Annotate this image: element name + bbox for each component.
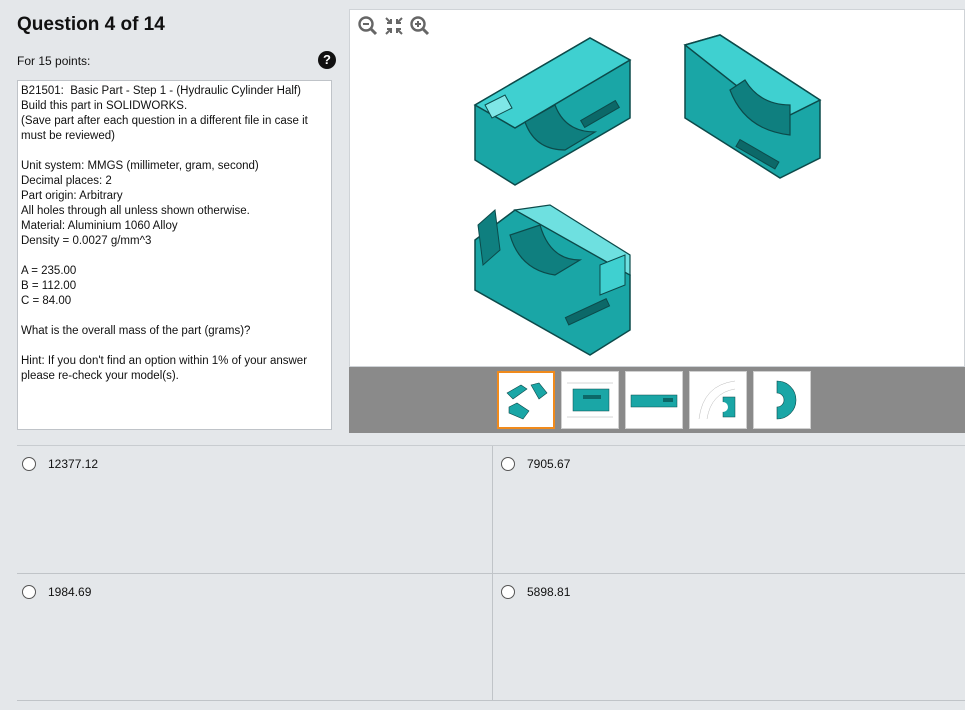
- thumbnail-detail-drawing[interactable]: [689, 371, 747, 429]
- desc-line: All holes through all unless shown other…: [21, 205, 250, 217]
- desc-line: A = 235.00: [21, 265, 77, 277]
- desc-line: Hint: If you don't find an option within…: [21, 355, 311, 382]
- radio-button[interactable]: [501, 457, 515, 471]
- answer-value: 5898.81: [527, 585, 571, 599]
- radio-button[interactable]: [22, 457, 36, 471]
- desc-line: (Save part after each question in a diff…: [21, 115, 312, 142]
- part-isometric-views: [473, 34, 822, 356]
- question-title: Question 4 of 14: [17, 14, 165, 35]
- desc-line: C = 84.00: [21, 295, 72, 307]
- answer-option-3[interactable]: 1984.69: [22, 574, 487, 700]
- front-drawing-thumb-icon: [567, 382, 613, 418]
- answer-value: 7905.67: [527, 457, 571, 471]
- part-image-viewer[interactable]: [349, 9, 965, 367]
- desc-line: B = 112.00: [21, 280, 77, 292]
- desc-line: B21501: Basic Part - Step 1 - (Hydraulic…: [21, 85, 301, 97]
- thumbnail-isometric-views[interactable]: [497, 371, 555, 429]
- thumbnail-side-drawing[interactable]: [625, 371, 683, 429]
- thumbnail-end-view[interactable]: [753, 371, 811, 429]
- answer-value: 12377.12: [48, 457, 99, 471]
- thumbnail-strip: [349, 367, 965, 433]
- side-drawing-thumb-icon: [630, 394, 678, 408]
- answer-divider: [17, 700, 965, 701]
- end-view-thumb-icon: [776, 380, 797, 420]
- desc-line: Build this part in SOLIDWORKS.: [21, 100, 188, 112]
- answer-option-2[interactable]: 7905.67: [501, 446, 961, 573]
- desc-line: Density = 0.0027 g/mm^3: [21, 235, 152, 247]
- desc-line: Unit system: MMGS (millimeter, gram, sec…: [21, 160, 259, 172]
- part-view-right: [683, 34, 822, 179]
- question-description: B21501: Basic Part - Step 1 - (Hydraulic…: [17, 80, 332, 430]
- thumbnail-front-drawing[interactable]: [561, 371, 619, 429]
- desc-line: Decimal places: 2: [21, 175, 112, 187]
- isometric-thumb-icon: [506, 382, 548, 420]
- points-label: For 15 points:: [17, 54, 91, 68]
- part-view-bottom: [474, 204, 631, 356]
- desc-line: Material: Aluminium 1060 Alloy: [21, 220, 178, 232]
- desc-line: Part origin: Arbitrary: [21, 190, 123, 202]
- radio-button[interactable]: [501, 585, 515, 599]
- answer-options: 12377.12 7905.67 1984.69 5898.81: [17, 445, 965, 701]
- detail-drawing-thumb-icon: [698, 380, 736, 420]
- part-view-left: [473, 37, 632, 186]
- question-mark-icon[interactable]: ?: [318, 51, 336, 69]
- answer-value: 1984.69: [48, 585, 92, 599]
- radio-button[interactable]: [22, 585, 36, 599]
- desc-line: What is the overall mass of the part (gr…: [21, 325, 251, 337]
- answer-option-1[interactable]: 12377.12: [22, 446, 487, 573]
- answer-option-4[interactable]: 5898.81: [501, 574, 961, 700]
